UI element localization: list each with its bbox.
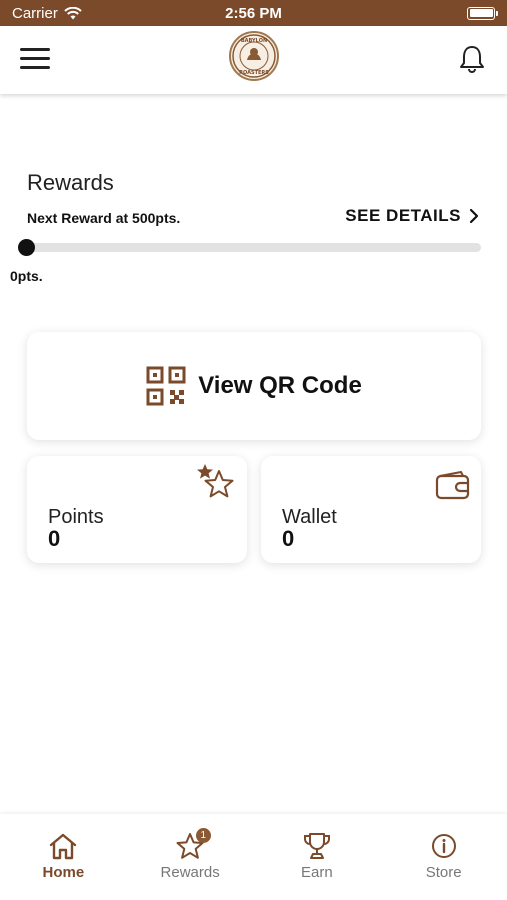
battery-icon bbox=[467, 6, 498, 20]
wallet-value: 0 bbox=[282, 526, 295, 551]
rewards-progress-bar bbox=[20, 243, 481, 252]
chevron-right-icon bbox=[469, 208, 479, 224]
wifi-icon bbox=[64, 6, 82, 19]
rewards-badge: 1 bbox=[195, 828, 211, 843]
wallet-icon bbox=[435, 471, 470, 500]
stars-icon bbox=[197, 464, 234, 498]
svg-text:BABYLON: BABYLON bbox=[241, 38, 267, 44]
status-bar: Carrier 2:56 PM bbox=[0, 0, 507, 26]
menu-button[interactable] bbox=[20, 48, 50, 72]
nav-rewards-label: Rewards bbox=[160, 864, 220, 881]
see-details-label: SEE DETAILS bbox=[345, 206, 461, 225]
progress-min-label: 0pts. bbox=[10, 268, 43, 284]
nav-store[interactable]: Store bbox=[380, 814, 507, 900]
view-qr-code-button[interactable]: View QR Code bbox=[27, 332, 481, 440]
next-reward-text: Next Reward at 500pts. bbox=[27, 210, 181, 226]
points-card[interactable]: Points 0 bbox=[27, 456, 247, 563]
status-left: Carrier bbox=[12, 5, 82, 22]
svg-text:ROASTERS: ROASTERS bbox=[239, 70, 269, 76]
nav-earn[interactable]: Earn bbox=[254, 814, 381, 900]
nav-earn-label: Earn bbox=[301, 864, 333, 881]
see-details-link[interactable]: SEE DETAILS bbox=[345, 206, 479, 226]
qr-code-icon bbox=[146, 366, 186, 406]
bottom-nav: Home 1 Rewards Earn Store bbox=[0, 814, 507, 900]
home-icon bbox=[50, 833, 77, 860]
nav-rewards[interactable]: 1 Rewards bbox=[127, 814, 254, 900]
info-icon bbox=[431, 834, 456, 858]
nav-store-label: Store bbox=[425, 864, 462, 881]
rewards-title: Rewards bbox=[27, 170, 114, 195]
rewards-progress-knob bbox=[18, 239, 35, 256]
carrier-label: Carrier bbox=[12, 4, 58, 22]
nav-home-label: Home bbox=[42, 864, 85, 881]
nav-home[interactable]: Home bbox=[0, 814, 127, 900]
points-value: 0 bbox=[48, 526, 61, 551]
logo-icon: BABYLON ROASTERS bbox=[232, 34, 276, 78]
view-qr-code-label: View QR Code bbox=[198, 372, 362, 399]
bell-icon[interactable] bbox=[458, 44, 486, 74]
trophy-icon bbox=[303, 833, 330, 859]
wallet-card[interactable]: Wallet 0 bbox=[261, 456, 481, 563]
brand-logo: BABYLON ROASTERS bbox=[229, 31, 279, 81]
app-header: BABYLON ROASTERS bbox=[0, 26, 507, 94]
